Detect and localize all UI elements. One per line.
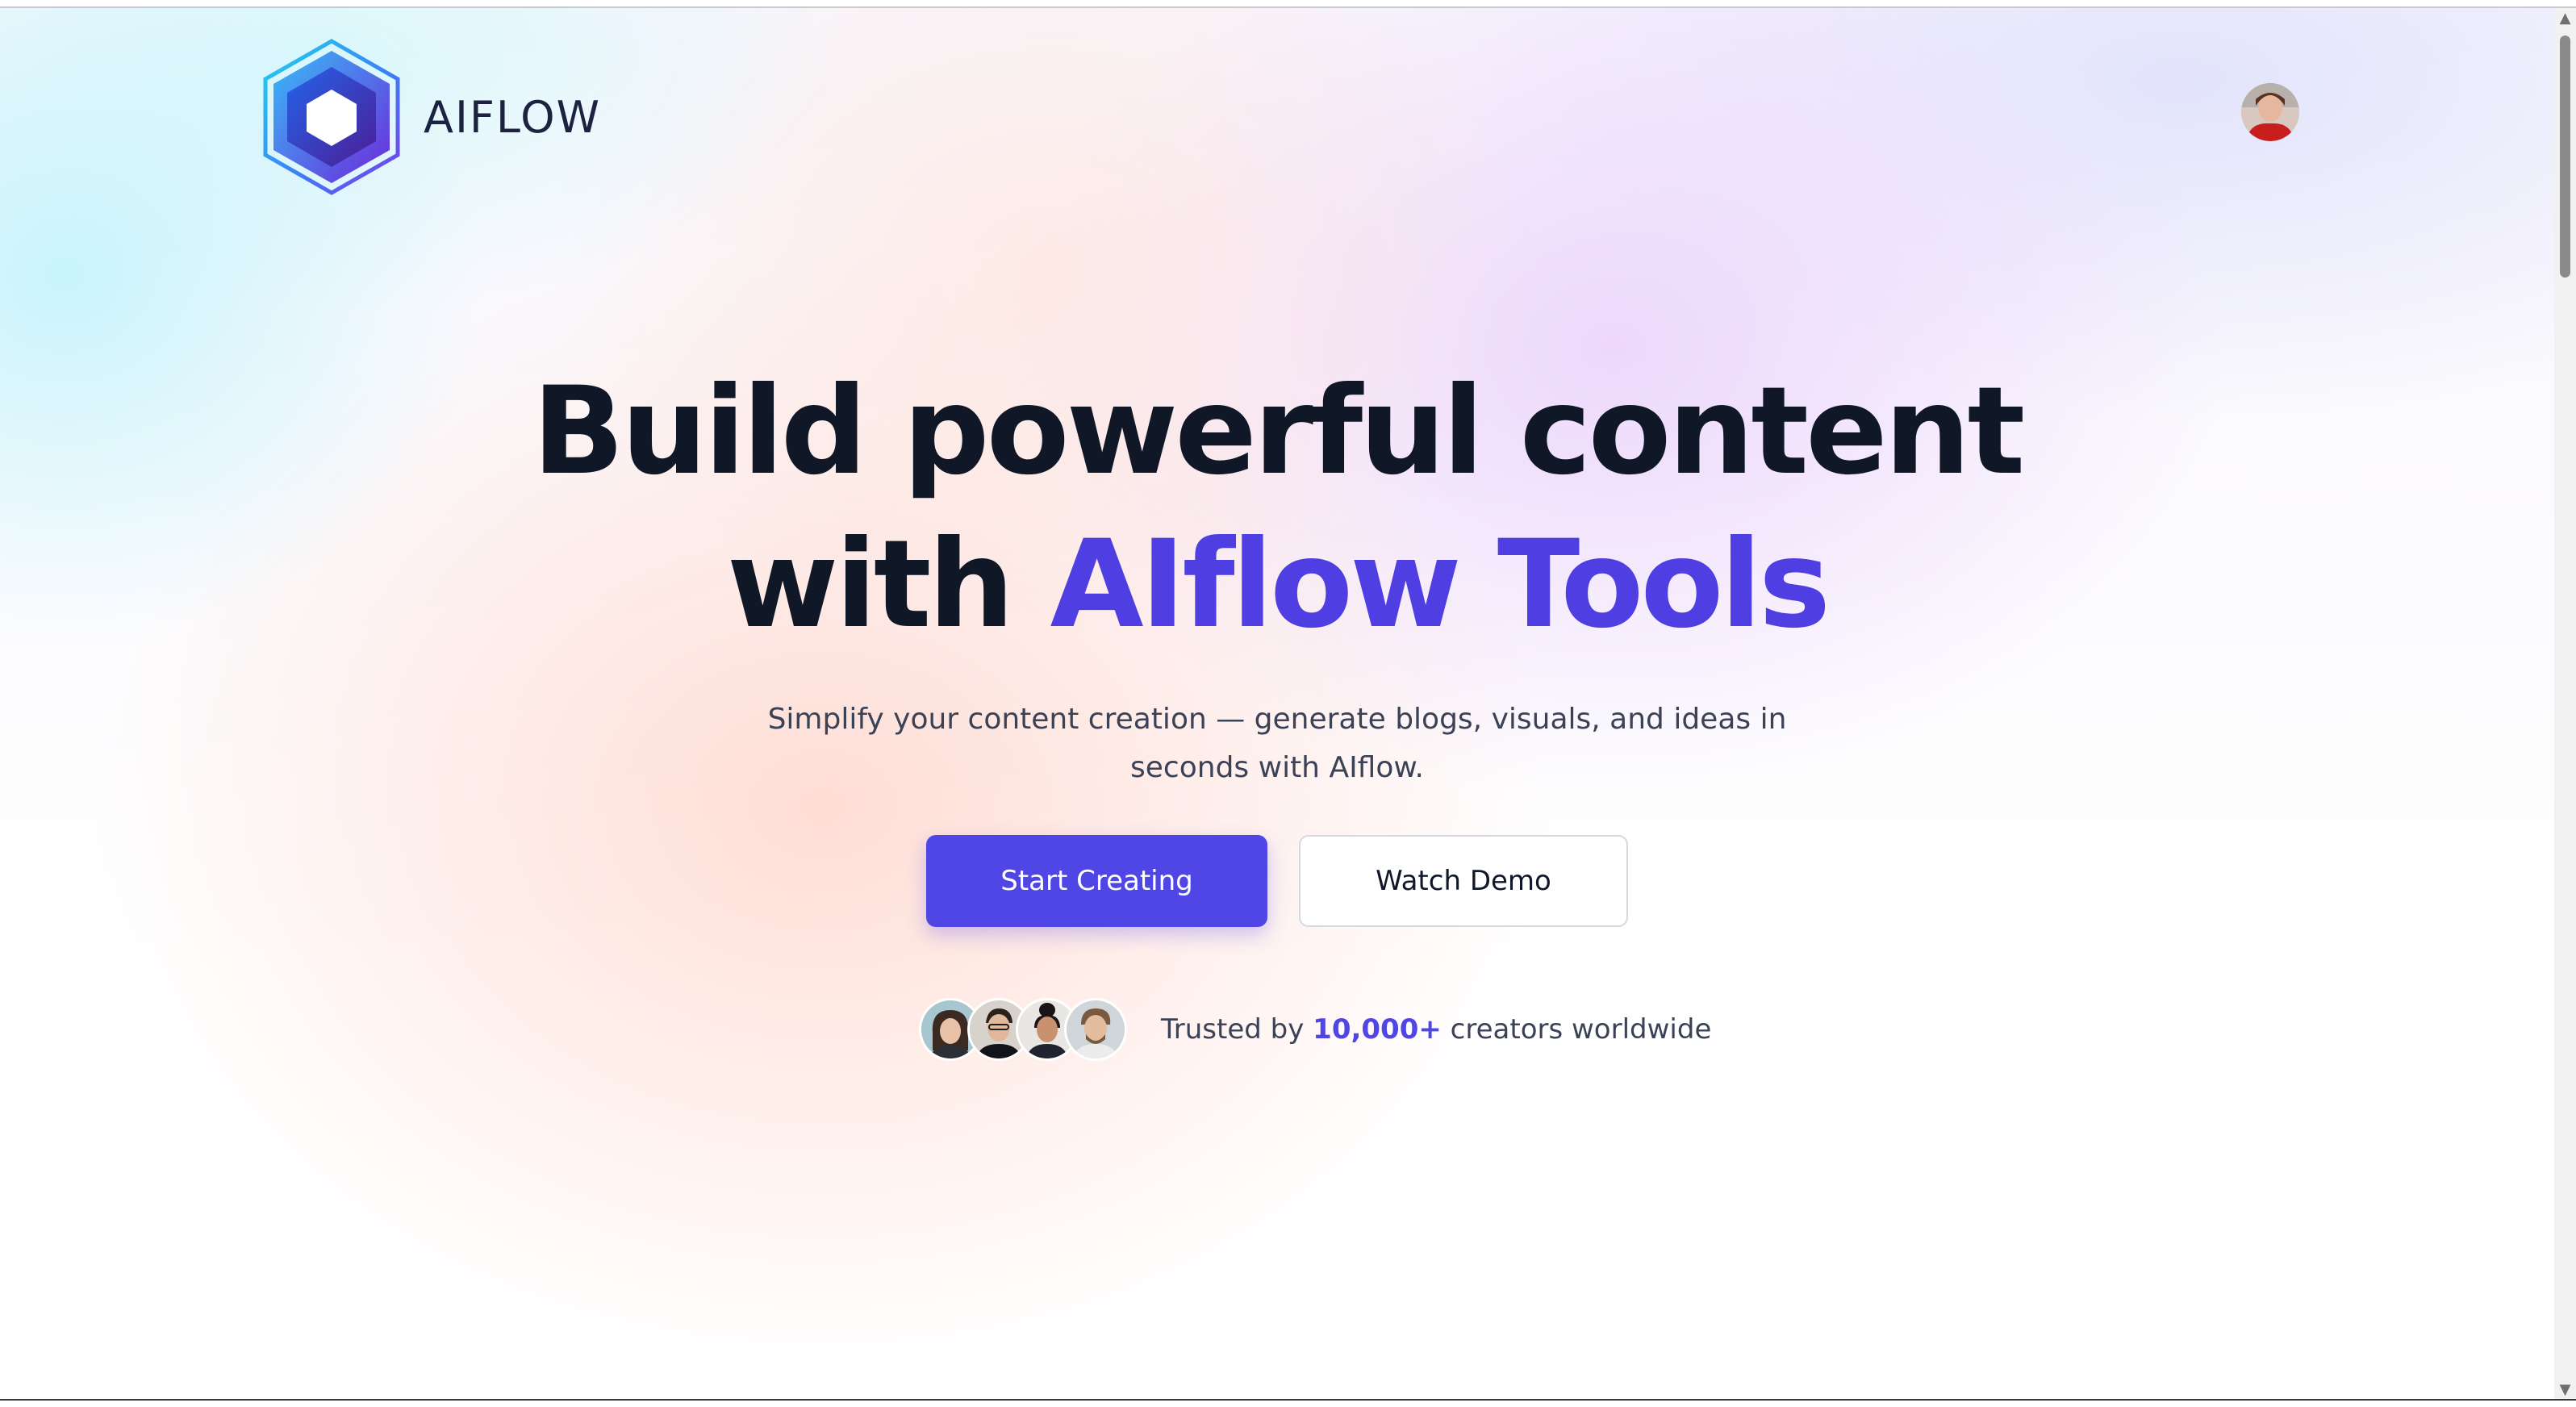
browser-viewport: AIFLOW Build powerful content with AIflo… (0, 0, 2576, 1407)
trust-prefix: Trusted by (1161, 1013, 1313, 1046)
scroll-up-arrow-icon[interactable]: ▲ (2554, 8, 2576, 27)
user-avatar-image (2241, 83, 2299, 141)
start-creating-button[interactable]: Start Creating (926, 835, 1267, 927)
hero-title: Build powerful content with AIflow Tools (0, 355, 2554, 662)
landing-page: AIFLOW Build powerful content with AIflo… (0, 8, 2554, 1399)
creator-avatars (919, 998, 1127, 1061)
trust-suffix: creators worldwide (1441, 1013, 1712, 1046)
social-proof: Trusted by 10,000+ creators worldwide (919, 998, 1711, 1061)
trust-count: 10,000+ (1313, 1013, 1442, 1046)
vertical-scrollbar[interactable]: ▲ ▼ (2554, 8, 2576, 1399)
hexagon-logo-icon (263, 39, 400, 195)
scroll-down-arrow-icon[interactable]: ▼ (2554, 1380, 2576, 1399)
scrollbar-thumb[interactable] (2560, 35, 2570, 278)
hero-title-line1: Build powerful content (532, 361, 2026, 502)
watch-demo-button[interactable]: Watch Demo (1299, 835, 1628, 927)
hero-title-accent: AIflow Tools (1050, 515, 1831, 655)
user-avatar[interactable] (2241, 83, 2299, 141)
hero-subtitle-line2: seconds with AIflow. (1130, 751, 1424, 784)
trust-text: Trusted by 10,000+ creators worldwide (1161, 1013, 1711, 1046)
brand-name: AIFLOW (424, 91, 601, 143)
brand-logo[interactable]: AIFLOW (259, 38, 601, 196)
creator-avatar-4 (1064, 998, 1127, 1061)
window-bottom-edge (0, 1399, 2576, 1407)
hero-title-line2-prefix: with (726, 515, 1050, 655)
hero-subtitle-line1: Simplify your content creation — generat… (767, 703, 1787, 736)
hero-subtitle: Simplify your content creation — generat… (712, 695, 1842, 792)
window-top-edge (0, 0, 2576, 8)
